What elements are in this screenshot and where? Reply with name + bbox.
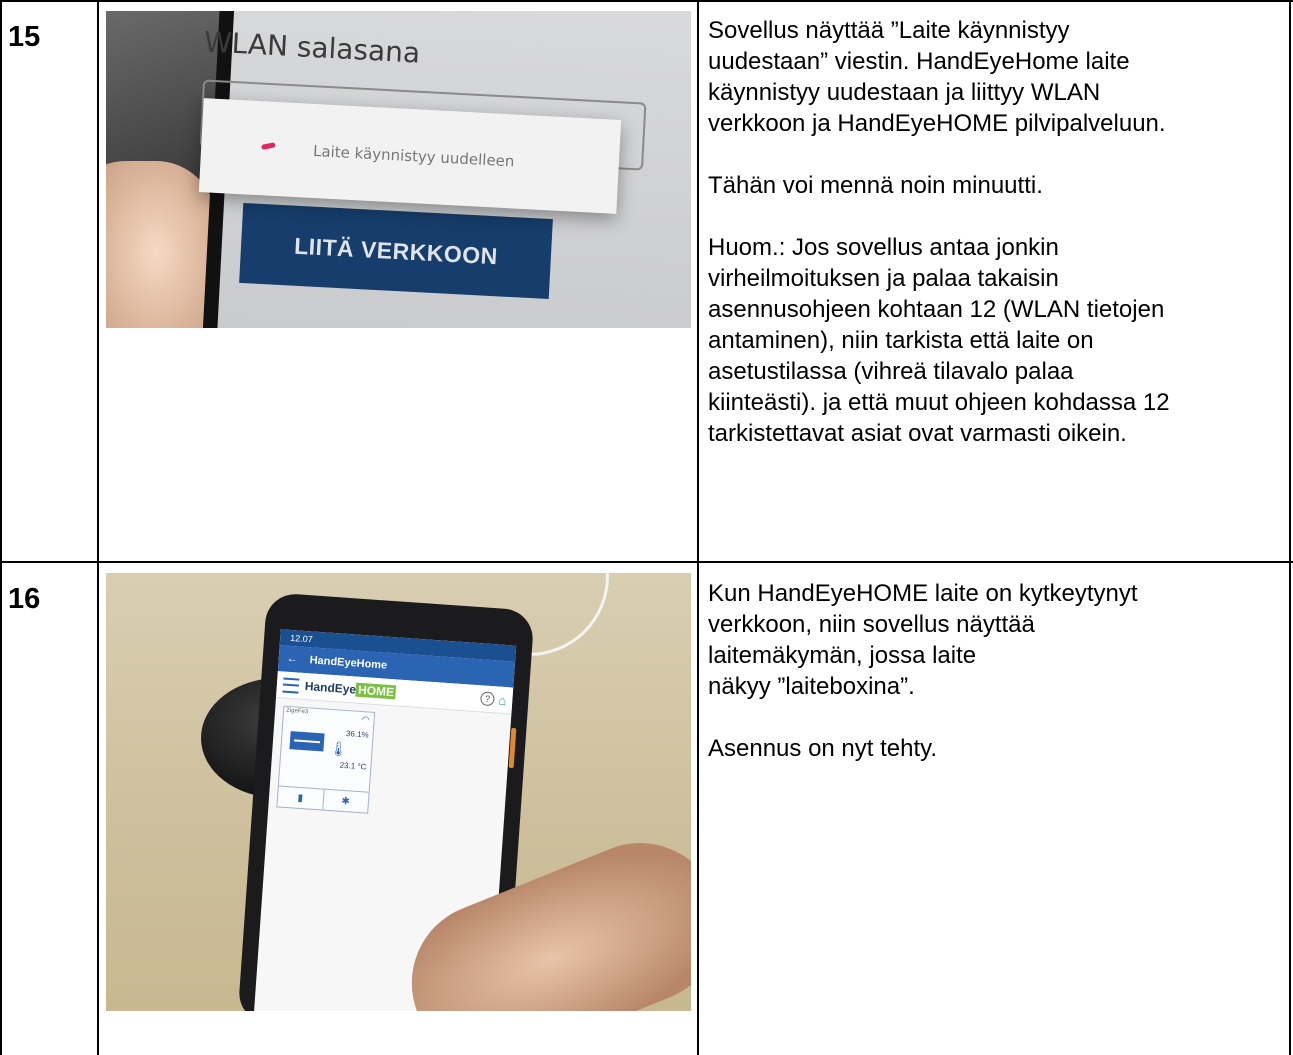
description-paragraph: Tähän voi mennä noin minuutti. (708, 172, 1043, 199)
table-border-top (0, 0, 1293, 2)
step-photo-device-view: 12.07 ← HandEyeHome HandEye HOME ? ⌂ Zig… (106, 573, 691, 1011)
step-number: 16 (8, 583, 41, 615)
column-divider-2 (697, 0, 699, 1055)
air-conditioner-icon (289, 731, 325, 752)
step-description: Kun HandEyeHOME laite on kytkeytynyt ver… (708, 578, 1283, 764)
column-divider-1 (97, 0, 99, 1055)
wifi-icon: ◠ (361, 714, 371, 725)
home-icon: ⌂ (498, 692, 507, 708)
description-paragraph: Huom.: Jos sovellus antaa jonkin virheil… (708, 234, 1170, 447)
step-photo-restart-dialog: WLAN salasana LIITÄ VERKKOON Laite käynn… (106, 11, 691, 328)
logo-handeye: HandEye (304, 679, 357, 697)
help-icon: ? (480, 691, 496, 707)
progress-spinner-icon (260, 142, 276, 150)
logo-home: HOME (355, 682, 397, 700)
row-divider (0, 561, 1293, 563)
back-arrow-icon: ← (286, 652, 299, 666)
step-description: Sovellus näyttää ”Laite käynnistyy uudes… (708, 15, 1283, 449)
description-paragraph: Sovellus näyttää ”Laite käynnistyy uudes… (708, 17, 1166, 137)
description-paragraph: Kun HandEyeHOME laite on kytkeytynyt ver… (708, 580, 1138, 700)
device-box: ZigeFe3 ◠ 🌡 36.1% 23.1 °C ▮ ✱ (276, 705, 376, 814)
app-title: HandEyeHome (309, 654, 388, 672)
device-name: ZigeFe3 (285, 707, 309, 716)
connect-network-button: LIITÄ VERKKOON (239, 202, 553, 300)
thermometer-icon: 🌡 (329, 739, 348, 758)
description-paragraph: Asennus on nyt tehty. (708, 735, 938, 762)
door-icon: ▮ (297, 792, 304, 804)
temperature-value: 23.1 °C (339, 760, 367, 772)
gear-icon: ✱ (321, 789, 369, 813)
device-box-footer: ▮ ✱ (277, 785, 369, 813)
table-border-right (1289, 0, 1291, 1055)
table-border-left (0, 0, 2, 1055)
restart-dialog-message: Laite käynnistyy uudelleen (312, 141, 515, 171)
step-number: 15 (8, 21, 41, 53)
humidity-value: 36.1% (345, 729, 369, 740)
instruction-table: 15 WLAN salasana LIITÄ VERKKOON Laite kä… (0, 0, 1293, 1055)
hamburger-menu-icon (282, 677, 300, 694)
